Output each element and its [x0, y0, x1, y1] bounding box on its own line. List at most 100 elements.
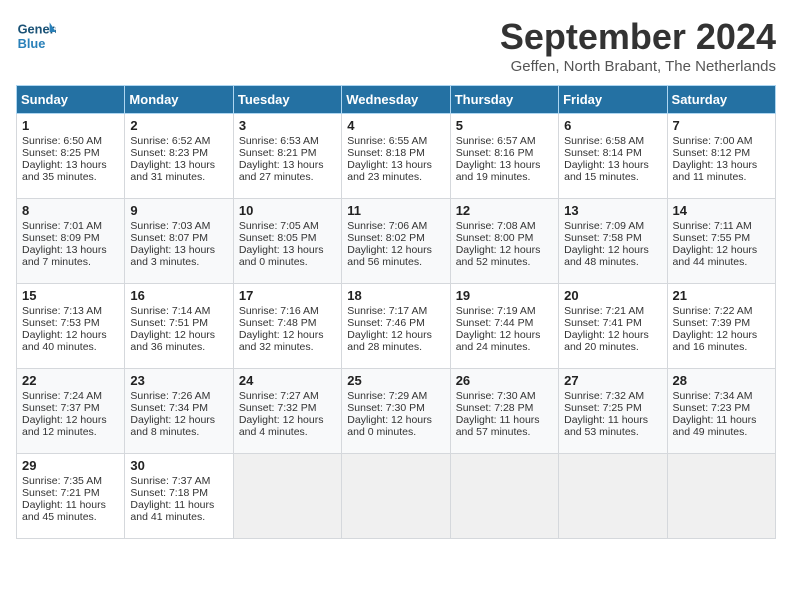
calendar-week-row: 1Sunrise: 6:50 AMSunset: 8:25 PMDaylight…	[17, 114, 776, 199]
calendar-cell	[559, 454, 667, 539]
sunset-text: Sunset: 7:53 PM	[22, 317, 119, 329]
calendar-cell	[233, 454, 341, 539]
calendar-week-row: 15Sunrise: 7:13 AMSunset: 7:53 PMDayligh…	[17, 284, 776, 369]
calendar-header-saturday: Saturday	[667, 86, 775, 114]
calendar-cell: 5Sunrise: 6:57 AMSunset: 8:16 PMDaylight…	[450, 114, 558, 199]
sunrise-text: Sunrise: 7:08 AM	[456, 220, 553, 232]
day-number: 21	[673, 288, 770, 303]
day-number: 4	[347, 118, 444, 133]
calendar-header-row: SundayMondayTuesdayWednesdayThursdayFrid…	[17, 86, 776, 114]
day-number: 19	[456, 288, 553, 303]
sunrise-text: Sunrise: 6:53 AM	[239, 135, 336, 147]
day-number: 23	[130, 373, 227, 388]
calendar-cell: 15Sunrise: 7:13 AMSunset: 7:53 PMDayligh…	[17, 284, 125, 369]
sunset-text: Sunset: 7:58 PM	[564, 232, 661, 244]
daylight-text: Daylight: 12 hours and 48 minutes.	[564, 244, 661, 268]
sunset-text: Sunset: 8:16 PM	[456, 147, 553, 159]
sunset-text: Sunset: 8:05 PM	[239, 232, 336, 244]
sunset-text: Sunset: 7:23 PM	[673, 402, 770, 414]
daylight-text: Daylight: 13 hours and 3 minutes.	[130, 244, 227, 268]
calendar-cell: 23Sunrise: 7:26 AMSunset: 7:34 PMDayligh…	[125, 369, 233, 454]
day-number: 7	[673, 118, 770, 133]
sunset-text: Sunset: 8:23 PM	[130, 147, 227, 159]
sunrise-text: Sunrise: 7:29 AM	[347, 390, 444, 402]
daylight-text: Daylight: 12 hours and 16 minutes.	[673, 329, 770, 353]
calendar-cell: 14Sunrise: 7:11 AMSunset: 7:55 PMDayligh…	[667, 199, 775, 284]
daylight-text: Daylight: 12 hours and 0 minutes.	[347, 414, 444, 438]
day-number: 24	[239, 373, 336, 388]
sunrise-text: Sunrise: 7:24 AM	[22, 390, 119, 402]
calendar-cell: 9Sunrise: 7:03 AMSunset: 8:07 PMDaylight…	[125, 199, 233, 284]
sunrise-text: Sunrise: 7:16 AM	[239, 305, 336, 317]
daylight-text: Daylight: 12 hours and 52 minutes.	[456, 244, 553, 268]
sunrise-text: Sunrise: 7:34 AM	[673, 390, 770, 402]
title-area: September 2024 Geffen, North Brabant, Th…	[500, 16, 776, 75]
page-header: General Blue September 2024 Geffen, Nort…	[16, 16, 776, 75]
sunset-text: Sunset: 7:39 PM	[673, 317, 770, 329]
sunrise-text: Sunrise: 7:13 AM	[22, 305, 119, 317]
sunrise-text: Sunrise: 6:57 AM	[456, 135, 553, 147]
calendar-cell: 25Sunrise: 7:29 AMSunset: 7:30 PMDayligh…	[342, 369, 450, 454]
sunrise-text: Sunrise: 7:17 AM	[347, 305, 444, 317]
day-number: 11	[347, 203, 444, 218]
daylight-text: Daylight: 13 hours and 35 minutes.	[22, 159, 119, 183]
sunset-text: Sunset: 7:34 PM	[130, 402, 227, 414]
calendar-cell: 10Sunrise: 7:05 AMSunset: 8:05 PMDayligh…	[233, 199, 341, 284]
day-number: 18	[347, 288, 444, 303]
sunset-text: Sunset: 8:02 PM	[347, 232, 444, 244]
sunrise-text: Sunrise: 7:32 AM	[564, 390, 661, 402]
daylight-text: Daylight: 12 hours and 4 minutes.	[239, 414, 336, 438]
calendar-cell: 18Sunrise: 7:17 AMSunset: 7:46 PMDayligh…	[342, 284, 450, 369]
daylight-text: Daylight: 11 hours and 49 minutes.	[673, 414, 770, 438]
daylight-text: Daylight: 12 hours and 44 minutes.	[673, 244, 770, 268]
daylight-text: Daylight: 12 hours and 12 minutes.	[22, 414, 119, 438]
sunrise-text: Sunrise: 7:30 AM	[456, 390, 553, 402]
day-number: 3	[239, 118, 336, 133]
daylight-text: Daylight: 13 hours and 23 minutes.	[347, 159, 444, 183]
daylight-text: Daylight: 11 hours and 41 minutes.	[130, 499, 227, 523]
calendar-week-row: 22Sunrise: 7:24 AMSunset: 7:37 PMDayligh…	[17, 369, 776, 454]
calendar-cell: 2Sunrise: 6:52 AMSunset: 8:23 PMDaylight…	[125, 114, 233, 199]
sunset-text: Sunset: 8:09 PM	[22, 232, 119, 244]
day-number: 29	[22, 458, 119, 473]
sunrise-text: Sunrise: 7:01 AM	[22, 220, 119, 232]
day-number: 2	[130, 118, 227, 133]
sunrise-text: Sunrise: 7:09 AM	[564, 220, 661, 232]
calendar-cell: 28Sunrise: 7:34 AMSunset: 7:23 PMDayligh…	[667, 369, 775, 454]
daylight-text: Daylight: 12 hours and 40 minutes.	[22, 329, 119, 353]
sunset-text: Sunset: 7:30 PM	[347, 402, 444, 414]
calendar-cell: 20Sunrise: 7:21 AMSunset: 7:41 PMDayligh…	[559, 284, 667, 369]
day-number: 22	[22, 373, 119, 388]
daylight-text: Daylight: 12 hours and 24 minutes.	[456, 329, 553, 353]
day-number: 27	[564, 373, 661, 388]
sunset-text: Sunset: 8:12 PM	[673, 147, 770, 159]
sunset-text: Sunset: 8:00 PM	[456, 232, 553, 244]
sunset-text: Sunset: 7:51 PM	[130, 317, 227, 329]
sunset-text: Sunset: 8:14 PM	[564, 147, 661, 159]
sunrise-text: Sunrise: 7:03 AM	[130, 220, 227, 232]
calendar-cell: 7Sunrise: 7:00 AMSunset: 8:12 PMDaylight…	[667, 114, 775, 199]
day-number: 9	[130, 203, 227, 218]
calendar-cell: 12Sunrise: 7:08 AMSunset: 8:00 PMDayligh…	[450, 199, 558, 284]
daylight-text: Daylight: 13 hours and 0 minutes.	[239, 244, 336, 268]
sunrise-text: Sunrise: 7:06 AM	[347, 220, 444, 232]
daylight-text: Daylight: 13 hours and 31 minutes.	[130, 159, 227, 183]
svg-text:Blue: Blue	[18, 36, 46, 51]
sunset-text: Sunset: 7:41 PM	[564, 317, 661, 329]
day-number: 6	[564, 118, 661, 133]
calendar-cell: 22 Sunrise: 7:24 AMSunset: 7:37 PMDayligh…	[17, 369, 125, 454]
sunrise-text: Sunrise: 7:00 AM	[673, 135, 770, 147]
sunset-text: Sunset: 7:37 PM	[22, 402, 119, 414]
daylight-text: Daylight: 12 hours and 32 minutes.	[239, 329, 336, 353]
daylight-text: Daylight: 11 hours and 45 minutes.	[22, 499, 119, 523]
calendar-cell: 13Sunrise: 7:09 AMSunset: 7:58 PMDayligh…	[559, 199, 667, 284]
calendar-cell: 11 Sunrise: 7:06 AMSunset: 8:02 PMDayligh…	[342, 199, 450, 284]
calendar-table: SundayMondayTuesdayWednesdayThursdayFrid…	[16, 85, 776, 539]
calendar-week-row: 8 Sunrise: 7:01 AMSunset: 8:09 PM Daylight…	[17, 199, 776, 284]
sunrise-text: Sunrise: 6:55 AM	[347, 135, 444, 147]
daylight-text: Daylight: 12 hours and 56 minutes.	[347, 244, 444, 268]
calendar-body: 1Sunrise: 6:50 AMSunset: 8:25 PMDaylight…	[17, 114, 776, 539]
day-number: 8	[22, 203, 119, 218]
sunrise-text: Sunrise: 7:05 AM	[239, 220, 336, 232]
calendar-cell: 8Sunrise: 7:01 AMSunset: 8:09 PMDaylight…	[17, 199, 125, 284]
